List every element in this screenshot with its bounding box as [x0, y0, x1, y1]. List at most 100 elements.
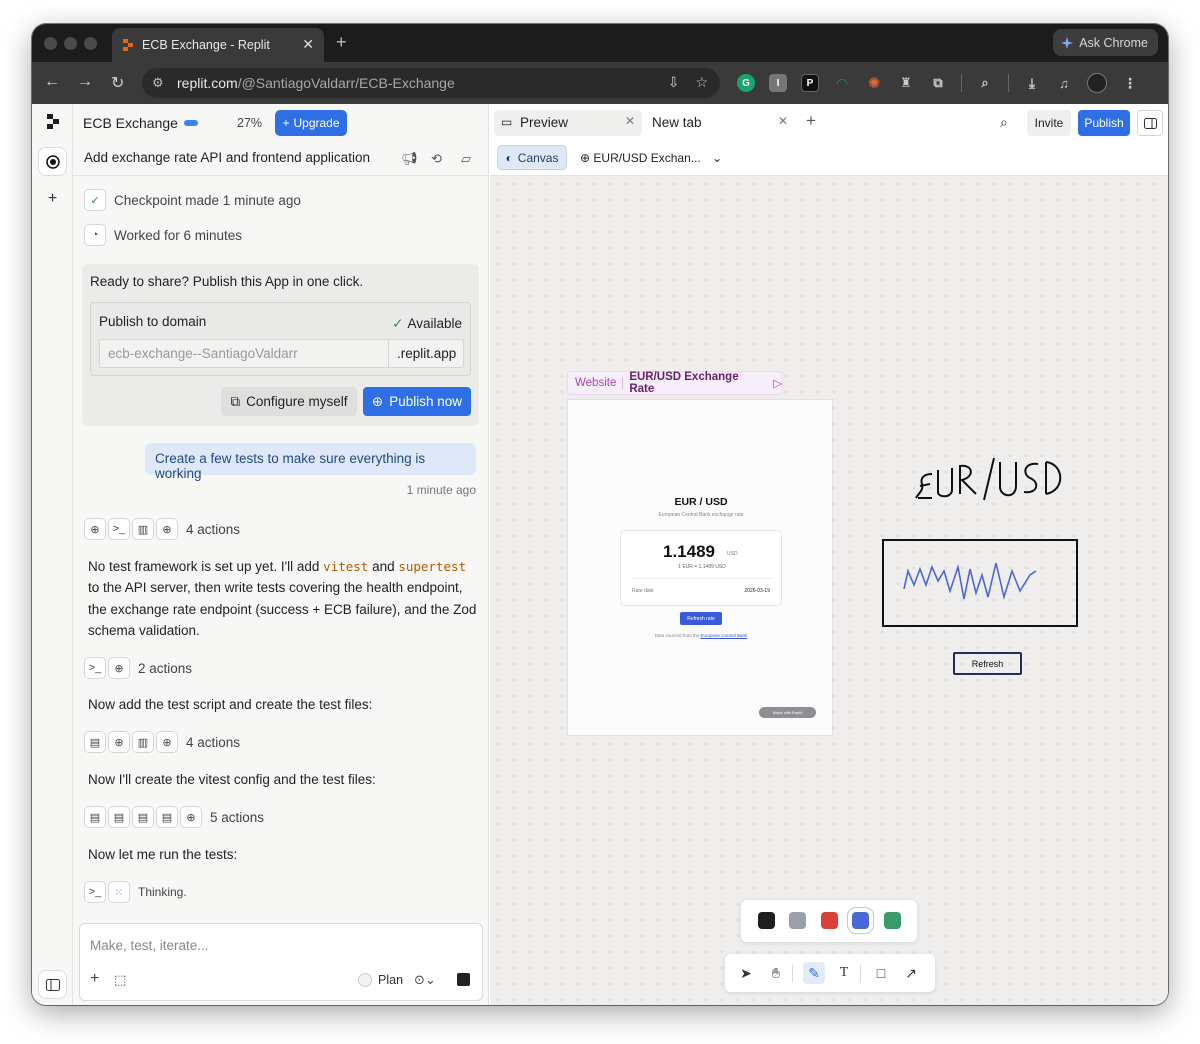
- checkpoint-row[interactable]: ✓ Checkpoint made 1 minute ago: [84, 189, 301, 211]
- megaphone-icon[interactable]: 📢︎: [401, 151, 418, 167]
- color-red-swatch[interactable]: [821, 912, 838, 929]
- grammarly-extension-icon[interactable]: G: [737, 74, 755, 92]
- add-button[interactable]: +: [38, 184, 67, 213]
- sidebar-icon: [45, 978, 60, 991]
- play-icon[interactable]: ▷: [773, 376, 782, 390]
- new-chat-icon[interactable]: ▱: [461, 151, 471, 167]
- tab-new[interactable]: New tab: [652, 115, 702, 130]
- plan-checkbox[interactable]: [358, 973, 372, 987]
- refresh-rate-button[interactable]: Refresh rate: [680, 612, 722, 625]
- reload-icon[interactable]: ↻: [111, 73, 124, 93]
- configure-myself-button[interactable]: ⧉ Configure myself: [221, 387, 357, 416]
- replit-logo-icon[interactable]: [46, 114, 60, 130]
- install-app-icon[interactable]: ⇩: [668, 74, 680, 91]
- pointer-tool-icon[interactable]: ➤: [735, 962, 757, 984]
- toggle-panel-button[interactable]: [1137, 110, 1163, 136]
- add-tab-icon[interactable]: +: [806, 111, 816, 131]
- action-group[interactable]: >_ ⊕ 2 actions: [84, 657, 192, 679]
- divider: [631, 578, 773, 579]
- made-with-replit-badge[interactable]: Made with Replit: [759, 707, 816, 718]
- mode-selector-icon[interactable]: ⊙⌄: [414, 972, 436, 988]
- extensions-puzzle-icon[interactable]: ⧉: [929, 74, 947, 92]
- design-canvas[interactable]: Website EUR/USD Exchange Rate ▷ EUR / US…: [490, 176, 1168, 1005]
- rectangle-tool-icon[interactable]: □: [870, 962, 892, 984]
- invite-button[interactable]: Invite: [1027, 110, 1071, 136]
- history-icon[interactable]: ⟲: [431, 151, 442, 167]
- search-tabs-icon[interactable]: ⌕: [976, 74, 994, 92]
- file-add-action-icon: ▤: [84, 806, 106, 828]
- chevron-down-icon: ⌄: [712, 151, 723, 165]
- thread-title: Add exchange rate API and frontend appli…: [84, 150, 370, 165]
- chrome-menu-icon[interactable]: ⋮: [1121, 74, 1139, 92]
- worked-row[interactable]: ◔ Worked for 6 minutes: [84, 224, 242, 246]
- attach-plus-icon[interactable]: +: [90, 970, 99, 988]
- upgrade-button[interactable]: + Upgrade: [275, 110, 347, 136]
- sketch-rectangle[interactable]: [882, 539, 1078, 627]
- agent-record-button[interactable]: [38, 147, 67, 176]
- download-icon[interactable]: ⤓: [1023, 74, 1041, 92]
- check-icon: ✓: [392, 316, 404, 331]
- text-tool-icon[interactable]: T: [833, 962, 855, 984]
- tab-title: ECB Exchange - Replit: [142, 38, 270, 52]
- publish-button[interactable]: Publish: [1078, 110, 1130, 136]
- composer-input[interactable]: Make, test, iterate...: [90, 938, 209, 953]
- address-bar[interactable]: ⚙ replit.com/@SantiagoValdarr/ECB-Exchan…: [142, 68, 720, 98]
- extension-speed-icon[interactable]: ◠: [833, 74, 851, 92]
- chat-pane: ECB Exchange 27% + Upgrade Add exchange …: [73, 104, 489, 1005]
- media-icon[interactable]: ♫: [1055, 74, 1073, 92]
- search-icon[interactable]: ⌕: [1000, 114, 1008, 131]
- maximize-window-button[interactable]: [84, 37, 97, 50]
- action-group[interactable]: ⊕ >_ ▥ ⊕ 4 actions: [84, 518, 240, 540]
- back-icon[interactable]: ←: [44, 73, 60, 91]
- globe-action-icon: ⊕: [108, 731, 130, 753]
- action-group[interactable]: ▤ ⊕ ▥ ⊕ 4 actions: [84, 731, 240, 753]
- close-window-button[interactable]: [44, 37, 57, 50]
- globe-action-icon: ⊕: [84, 518, 106, 540]
- arrow-tool-icon[interactable]: ↗: [900, 962, 922, 984]
- plan-toggle[interactable]: Plan: [358, 970, 403, 990]
- terminal-action-icon: >_: [84, 881, 106, 903]
- record-icon: [45, 154, 60, 169]
- extension-i-icon[interactable]: I: [769, 74, 787, 92]
- color-gray-swatch[interactable]: [789, 912, 806, 929]
- bookmark-star-icon[interactable]: ☆: [695, 74, 708, 91]
- browser-tab[interactable]: ECB Exchange - Replit ✕: [112, 28, 324, 62]
- minimize-window-button[interactable]: [64, 37, 77, 50]
- extension-p-icon[interactable]: P: [801, 74, 819, 92]
- stop-icon[interactable]: [457, 973, 470, 986]
- action-group[interactable]: ▤ ▤ ▤ ▤ ⊕ 5 actions: [84, 806, 264, 828]
- ecb-link[interactable]: European Central Bank: [701, 633, 748, 638]
- project-name[interactable]: ECB Exchange: [83, 115, 178, 131]
- toggle-sidebar-button[interactable]: [38, 970, 67, 999]
- extension-tool-icon[interactable]: ♜: [897, 74, 915, 92]
- color-black-swatch[interactable]: [758, 912, 775, 929]
- sketch-refresh-button[interactable]: Refresh: [953, 652, 1022, 675]
- extension-burst-icon[interactable]: ✺: [865, 74, 883, 92]
- chat-composer[interactable]: Make, test, iterate... + ⬚ Plan ⊙⌄: [79, 923, 483, 1001]
- select-element-icon[interactable]: ⬚: [114, 972, 126, 988]
- website-preview-frame[interactable]: EUR / USD European Central Bank exchange…: [567, 399, 833, 736]
- globe-icon: ⊕: [371, 393, 384, 409]
- handwritten-eur-usd-sketch[interactable]: [914, 454, 1074, 504]
- domain-input[interactable]: ecb-exchange--SantiagoValdarr: [99, 339, 389, 368]
- close-tab-icon[interactable]: ✕: [778, 114, 788, 128]
- tab-preview[interactable]: ▭ Preview ✕: [494, 110, 642, 136]
- agent-message: Now let me run the tests:: [88, 847, 238, 862]
- profile-avatar[interactable]: [1087, 73, 1107, 93]
- close-tab-icon[interactable]: ✕: [302, 36, 314, 53]
- inline-code: supertest: [398, 559, 467, 574]
- publish-prompt: Ready to share? Publish this App in one …: [90, 274, 364, 289]
- new-tab-button[interactable]: +: [336, 32, 347, 53]
- site-settings-icon[interactable]: ⚙: [152, 75, 164, 91]
- canvas-button[interactable]: ◐ Canvas: [497, 145, 567, 170]
- pen-tool-icon[interactable]: ✎: [803, 962, 825, 984]
- color-green-swatch[interactable]: [884, 912, 901, 929]
- hand-tool-icon[interactable]: ✋︎: [765, 962, 787, 984]
- forward-icon[interactable]: →: [77, 73, 93, 91]
- color-blue-swatch[interactable]: [847, 907, 874, 934]
- publish-now-button[interactable]: ⊕ Publish now: [363, 387, 471, 416]
- close-tab-icon[interactable]: ✕: [625, 114, 635, 128]
- page-selector[interactable]: ⊕ EUR/USD Exchan... ⌄: [580, 151, 722, 165]
- ask-chrome-button[interactable]: Ask Chrome: [1053, 29, 1158, 56]
- website-frame-tag[interactable]: Website EUR/USD Exchange Rate ▷: [567, 371, 783, 395]
